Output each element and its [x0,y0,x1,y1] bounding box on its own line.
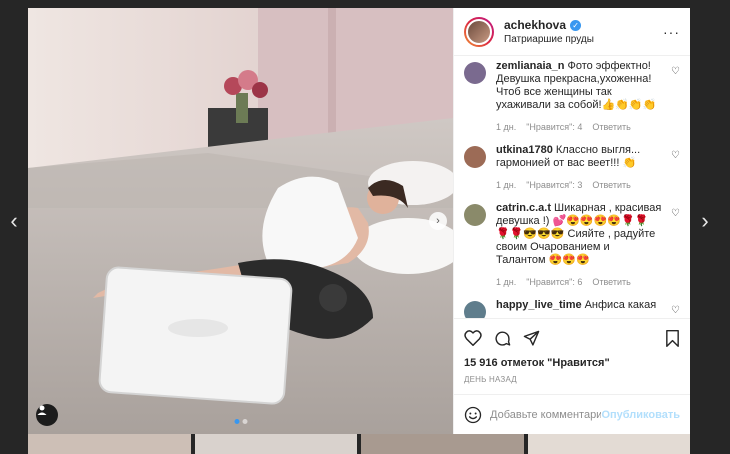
profile-grid-strip [28,434,690,454]
comment-time: 1 дн. [496,277,517,287]
heart-icon[interactable]: ♡ [671,150,680,161]
heart-icon[interactable]: ♡ [671,305,680,316]
reply-button[interactable]: Ответить [592,277,630,287]
avatar [466,18,492,45]
likes-count[interactable]: 15 916 отметок "Нравится" [464,357,680,369]
author-info: achekhova ✓ Патриаршие пруды [504,18,594,45]
comments-list[interactable]: zemlianaia_n Фото эффектно! Девушка прекр… [454,56,690,318]
comment-item: happy_live_time Анфиса какая ... ♡ [464,299,680,318]
comment-content: zemlianaia_n Фото эффектно! Девушка прекр… [496,60,662,112]
comment-body: zemlianaia_n Фото эффектно! Девушка прекр… [496,60,680,132]
comment-meta: 1 дн. "Нравится": 3 Ответить [496,180,662,190]
carousel-next-icon[interactable]: › [429,212,447,230]
carousel-dots [234,419,247,424]
comment-content: catrin.c.a.t Шикарная , красивая девушка … [496,202,662,267]
grid-tile[interactable] [28,434,191,454]
more-icon[interactable]: ··· [663,24,680,40]
comment-time: 1 дн. [496,180,517,190]
action-row [464,327,680,349]
comment-body: catrin.c.a.t Шикарная , красивая девушка … [496,202,680,287]
comment-username[interactable]: happy_live_time [496,299,582,311]
comment-content: utkina1780 Классно выгля... гармонией от … [496,144,662,170]
comment-likes[interactable]: "Нравится": 6 [526,277,582,287]
post-photo-illustration [28,8,453,434]
comment-username[interactable]: utkina1780 [496,144,553,156]
share-icon[interactable] [523,330,540,347]
heart-icon[interactable]: ♡ [671,66,680,77]
grid-tile[interactable] [194,434,357,454]
comment-avatar[interactable] [464,62,486,84]
comment-likes[interactable]: "Нравится": 3 [526,180,582,190]
add-comment-bar: Опубликовать [454,394,690,434]
username-row: achekhova ✓ [504,18,594,32]
emoji-icon[interactable] [464,406,482,424]
author-username[interactable]: achekhova [504,18,566,32]
post-photo[interactable]: › [28,8,453,434]
comment-meta: 1 дн. "Нравится": 6 Ответить [496,277,662,287]
carousel-dot [242,419,247,424]
comment-username[interactable]: zemlianaia_n [496,60,564,72]
post-sidebar: achekhova ✓ Патриаршие пруды ··· zemlian… [453,8,690,434]
comment-time: 1 дн. [496,122,517,132]
post-header: achekhova ✓ Патриаршие пруды ··· [454,8,690,56]
heart-icon[interactable]: ♡ [671,208,680,219]
comment-content: happy_live_time Анфиса какая ... [496,299,662,318]
comment-likes[interactable]: "Нравится": 4 [526,122,582,132]
chevron-right-icon[interactable]: › [697,210,713,234]
reply-button[interactable]: Ответить [592,180,630,190]
author-avatar[interactable] [464,16,494,47]
comment-avatar[interactable] [464,301,486,318]
carousel-dot [234,419,239,424]
reply-button[interactable]: Ответить [592,122,630,132]
user-tag-icon[interactable] [36,404,58,426]
comment-input[interactable] [490,408,602,421]
comment-avatar[interactable] [464,204,486,226]
bookmark-icon[interactable] [665,329,680,347]
grid-tile[interactable] [361,434,524,454]
post-modal: › achekhova ✓ Патриаршие пруды ··· zemli… [28,8,690,434]
post-date: ДЕНЬ НАЗАД [464,375,517,384]
comment-icon[interactable] [494,330,511,347]
comment-body: happy_live_time Анфиса какая ... [496,299,680,318]
comment-avatar[interactable] [464,146,486,168]
comment-item: zemlianaia_n Фото эффектно! Девушка прекр… [464,60,680,132]
comment-username[interactable]: catrin.c.a.t [496,202,551,214]
comment-item: utkina1780 Классно выгля... гармонией от … [464,144,680,190]
grid-tile[interactable] [527,434,690,454]
comment-item: catrin.c.a.t Шикарная , красивая девушка … [464,202,680,287]
chevron-left-icon[interactable]: ‹ [6,210,22,234]
verified-icon: ✓ [570,19,582,31]
heart-icon[interactable] [464,330,482,346]
comment-body: utkina1780 Классно выгля... гармонией от … [496,144,680,190]
post-location[interactable]: Патриаршие пруды [504,34,594,45]
comment-meta: 1 дн. "Нравится": 4 Ответить [496,122,662,132]
publish-button[interactable]: Опубликовать [601,409,680,421]
post-actions: 15 916 отметок "Нравится" ДЕНЬ НАЗАД [454,318,690,384]
